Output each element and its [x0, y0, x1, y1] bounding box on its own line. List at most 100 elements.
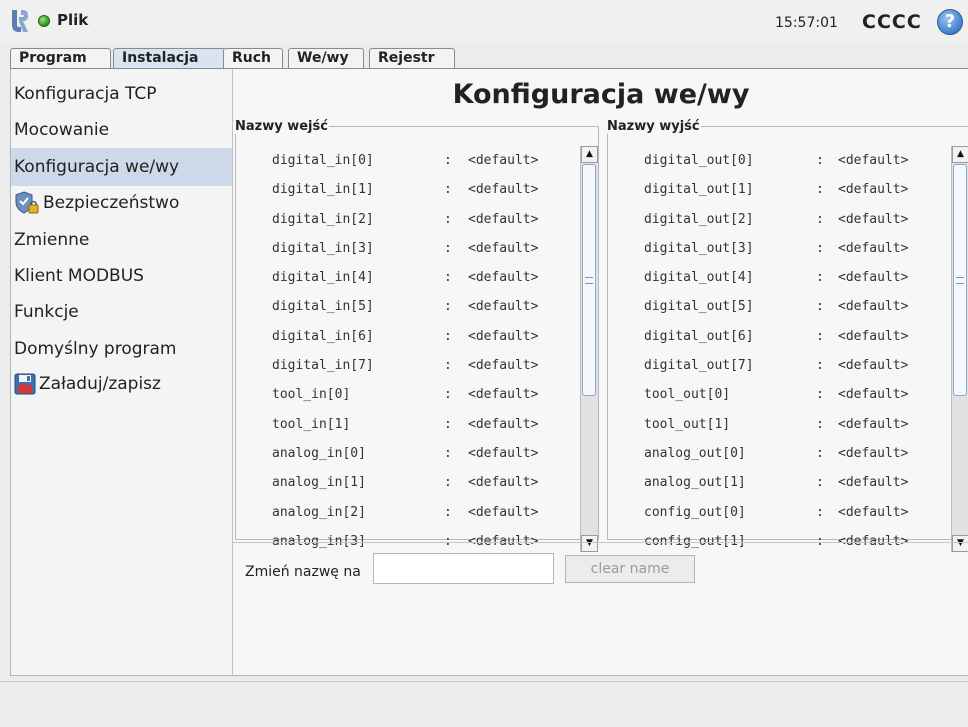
io-row[interactable]: digital_in[3]: <default>: [236, 234, 580, 263]
io-row[interactable]: digital_in[2]: <default>: [236, 205, 580, 234]
sidebar-item-tcp[interactable]: Konfiguracja TCP: [11, 75, 232, 113]
io-signal-value: <default>: [468, 387, 539, 403]
rename-area: Zmień nazwę na clear name: [233, 542, 968, 676]
io-signal-name: digital_in[5]: [272, 299, 374, 315]
io-row[interactable]: digital_out[2]: <default>: [608, 205, 951, 234]
io-row[interactable]: digital_out[1]: <default>: [608, 175, 951, 204]
file-menu[interactable]: Plik: [57, 11, 88, 29]
io-signal-value: <default>: [468, 416, 539, 432]
sidebar-item-io-config[interactable]: Konfiguracja we/wy: [11, 148, 232, 186]
io-separator: :: [444, 270, 452, 286]
io-separator: :: [444, 240, 452, 256]
sidebar-item-label: Konfiguracja we/wy: [14, 157, 180, 177]
io-signal-name: digital_out[3]: [644, 240, 754, 256]
tab-rejestr[interactable]: Rejestr: [369, 48, 455, 68]
io-signal-name: tool_out[1]: [644, 416, 731, 432]
input-names-legend: Nazwy wejść: [235, 119, 328, 134]
io-signal-value: <default>: [838, 153, 909, 168]
io-row[interactable]: digital_in[6]: <default>: [236, 322, 580, 351]
io-signal-name: analog_out[1]: [644, 475, 746, 491]
sidebar-item-label: Mocowanie: [14, 120, 110, 140]
scroll-up-icon[interactable]: ▲: [581, 146, 598, 163]
footer-divider: [0, 681, 968, 682]
io-signal-value: <default>: [838, 240, 909, 256]
io-row[interactable]: tool_in[1]: <default>: [236, 410, 580, 439]
sidebar-item-load-save[interactable]: Załaduj/zapisz: [11, 365, 232, 403]
io-row[interactable]: digital_out[6]: <default>: [608, 322, 951, 351]
io-separator: :: [444, 416, 452, 432]
io-signal-name: analog_in[0]: [272, 445, 366, 461]
io-row[interactable]: digital_out[4]: <default>: [608, 263, 951, 292]
io-row[interactable]: analog_in[1]: <default>: [236, 468, 580, 497]
io-row[interactable]: tool_out[1]: <default>: [608, 410, 951, 439]
scroll-thumb[interactable]: [953, 164, 967, 396]
io-signal-value: <default>: [838, 299, 909, 315]
io-signal-name: digital_in[6]: [272, 328, 374, 344]
io-signal-value: <default>: [838, 504, 909, 520]
rename-input[interactable]: [373, 553, 554, 584]
tab-ruch[interactable]: Ruch: [223, 48, 283, 68]
io-row[interactable]: digital_out[0]: <default>: [608, 146, 951, 175]
io-signal-value: <default>: [838, 416, 909, 432]
io-signal-value: <default>: [468, 153, 539, 168]
io-signal-name: digital_out[1]: [644, 182, 754, 198]
input-scrollbar[interactable]: ▲ ▼: [580, 146, 598, 552]
io-separator: :: [816, 328, 824, 344]
io-signal-name: tool_in[0]: [272, 387, 351, 403]
tab-program[interactable]: Program: [10, 48, 111, 68]
sidebar: Konfiguracja TCP Mocowanie Konfiguracja …: [11, 69, 233, 675]
io-signal-name: digital_in[2]: [272, 211, 374, 227]
sidebar-item-safety[interactable]: Bezpieczeństwo: [11, 184, 232, 222]
io-signal-value: <default>: [838, 211, 909, 227]
io-row[interactable]: analog_out[0]: <default>: [608, 439, 951, 468]
io-signal-name: digital_in[4]: [272, 270, 374, 286]
sidebar-item-label: Funkcje: [14, 302, 79, 322]
io-row[interactable]: digital_in[5]: <default>: [236, 292, 580, 321]
output-names-list: digital_out[0]: <default> digital_out[1]: <…: [608, 146, 951, 552]
io-row[interactable]: config_out[0]: <default>: [608, 498, 951, 527]
help-icon[interactable]: ?: [937, 9, 963, 35]
io-separator: :: [444, 211, 452, 227]
io-signal-name: digital_out[2]: [644, 211, 754, 227]
sidebar-item-default-program[interactable]: Domyślny program: [11, 330, 232, 368]
io-signal-value: <default>: [838, 328, 909, 344]
io-separator: :: [816, 416, 824, 432]
io-signal-value: <default>: [838, 387, 909, 403]
io-row[interactable]: digital_out[3]: <default>: [608, 234, 951, 263]
io-signal-value: <default>: [468, 270, 539, 286]
io-row[interactable]: tool_out[0]: <default>: [608, 380, 951, 409]
tab-we-wy[interactable]: We/wy: [288, 48, 364, 68]
io-separator: :: [816, 299, 824, 315]
scroll-up-icon[interactable]: ▲: [952, 146, 968, 163]
sidebar-item-modbus[interactable]: Klient MODBUS: [11, 257, 232, 295]
io-separator: :: [816, 182, 824, 198]
sidebar-item-funkcje[interactable]: Funkcje: [11, 293, 232, 331]
io-row[interactable]: digital_in[4]: <default>: [236, 263, 580, 292]
io-row[interactable]: digital_in[7]: <default>: [236, 351, 580, 380]
io-signal-name: config_out[0]: [644, 504, 746, 520]
io-row[interactable]: tool_in[0]: <default>: [236, 380, 580, 409]
io-separator: :: [816, 504, 824, 520]
io-separator: :: [444, 153, 452, 168]
io-row[interactable]: digital_in[0]: <default>: [236, 146, 580, 175]
sidebar-item-label: Załaduj/zapisz: [39, 374, 161, 394]
io-separator: :: [444, 445, 452, 461]
sidebar-item-label: Zmienne: [14, 230, 90, 250]
robot-status-icon: [38, 15, 50, 27]
io-row[interactable]: digital_out[5]: <default>: [608, 292, 951, 321]
output-scrollbar[interactable]: ▲ ▼: [951, 146, 968, 552]
io-row[interactable]: analog_out[1]: <default>: [608, 468, 951, 497]
io-row[interactable]: analog_in[2]: <default>: [236, 498, 580, 527]
io-signal-name: tool_in[1]: [272, 416, 351, 432]
io-signal-name: digital_out[6]: [644, 328, 754, 344]
io-row[interactable]: digital_in[1]: <default>: [236, 175, 580, 204]
clear-name-button[interactable]: clear name: [565, 555, 695, 583]
io-signal-value: <default>: [838, 475, 909, 491]
tab-instalacja[interactable]: Instalacja: [113, 48, 226, 68]
io-row[interactable]: analog_in[0]: <default>: [236, 439, 580, 468]
io-signal-name: digital_in[3]: [272, 240, 374, 256]
sidebar-item-zmienne[interactable]: Zmienne: [11, 221, 232, 259]
scroll-thumb[interactable]: [582, 164, 596, 396]
sidebar-item-mocowanie[interactable]: Mocowanie: [11, 111, 232, 149]
io-row[interactable]: digital_out[7]: <default>: [608, 351, 951, 380]
